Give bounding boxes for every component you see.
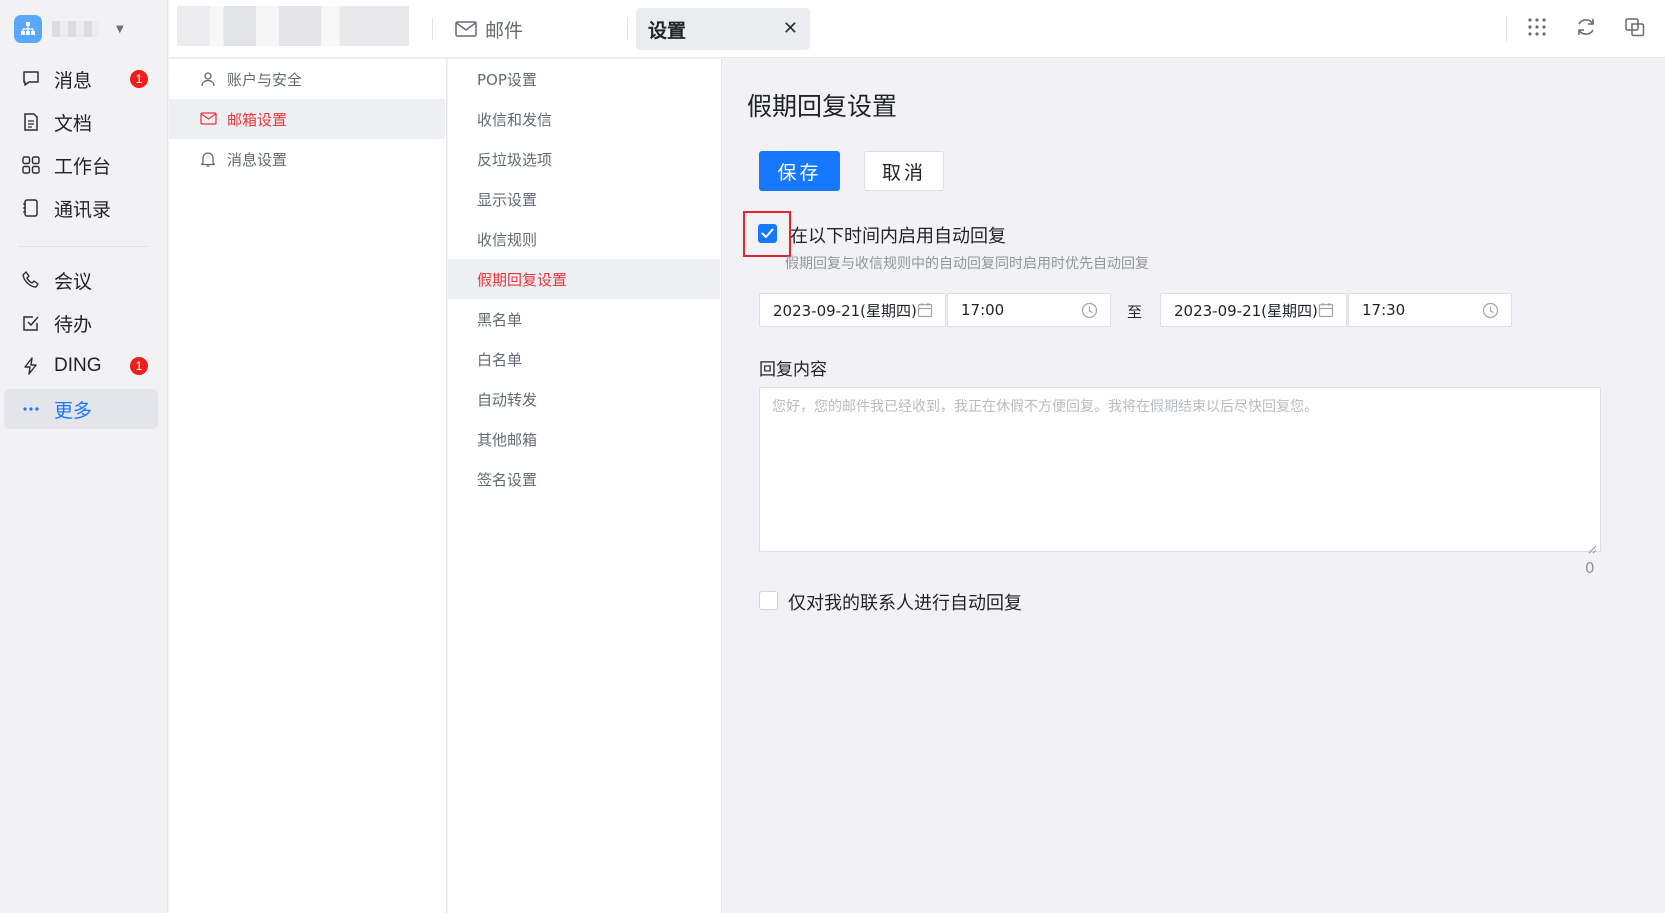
sub-pop-settings[interactable]: POP设置	[448, 59, 720, 99]
org-logo-icon	[14, 15, 42, 43]
category-message-settings[interactable]: 消息设置	[169, 139, 445, 179]
rail-item-messages[interactable]: 消息 1	[4, 59, 158, 99]
tab-label: 设置	[648, 19, 687, 42]
category-label: 账户与安全	[227, 70, 303, 89]
org-name-redacted	[52, 21, 98, 37]
rail-item-ding[interactable]: DING 1	[4, 346, 158, 386]
document-icon	[20, 111, 42, 133]
account-redacted	[177, 6, 409, 46]
rail-item-contacts[interactable]: 通讯录	[4, 188, 158, 228]
character-count: 0	[1585, 559, 1595, 577]
start-time-value: 17:00	[961, 301, 1005, 319]
start-date-value: 2023-09-21(星期四)	[773, 301, 917, 320]
end-date-value: 2023-09-21(星期四)	[1174, 301, 1318, 320]
cancel-button[interactable]: 取消	[864, 151, 944, 191]
tab-divider	[432, 18, 433, 40]
checkmark-icon	[761, 228, 774, 238]
save-button[interactable]: 保存	[759, 151, 840, 191]
page-title: 假期回复设置	[747, 92, 898, 121]
sub-receive-rules[interactable]: 收信规则	[448, 219, 720, 259]
sub-anti-spam[interactable]: 反垃圾选项	[448, 139, 720, 179]
vacation-reply-panel: 假期回复设置 保存 取消 在以下时间内启用自动回复 假期回复与收信规则中的自动回…	[723, 59, 1665, 913]
rail-item-more[interactable]: 更多	[4, 389, 158, 429]
rail-item-label: 通讯录	[54, 198, 112, 221]
enable-auto-reply-label[interactable]: 在以下时间内启用自动回复	[790, 222, 1006, 248]
contacts-only-checkbox[interactable]	[759, 591, 778, 610]
priority-hint: 假期回复与收信规则中的自动回复同时启用时优先自动回复	[785, 256, 1149, 272]
user-icon	[199, 70, 217, 88]
category-label: 消息设置	[227, 150, 288, 169]
start-time-field[interactable]: 17:00	[947, 293, 1111, 327]
tab-label: 邮件	[485, 19, 524, 42]
unread-badge: 1	[130, 70, 148, 88]
rail-item-meeting[interactable]: 会议	[4, 260, 158, 300]
settings-subcategories: POP设置 收信和发信 反垃圾选项 显示设置 收信规则 假期回复设置 黑名单 白…	[448, 59, 722, 913]
reply-content-label: 回复内容	[759, 360, 827, 380]
refresh-icon[interactable]	[1575, 16, 1597, 38]
rail-item-todo[interactable]: 待办	[4, 303, 158, 343]
rail-item-label: 文档	[54, 112, 93, 135]
sub-send-receive[interactable]: 收信和发信	[448, 99, 720, 139]
sub-display-settings[interactable]: 显示设置	[448, 179, 720, 219]
clock-icon	[1482, 302, 1499, 319]
sub-signature-settings[interactable]: 签名设置	[448, 459, 720, 499]
bell-icon	[199, 150, 217, 168]
end-time-field[interactable]: 17:30	[1348, 293, 1512, 327]
sub-other-mailbox[interactable]: 其他邮箱	[448, 419, 720, 459]
rail-item-label: 工作台	[54, 155, 112, 178]
rail-item-label: 待办	[54, 313, 93, 336]
phone-icon	[20, 269, 42, 291]
rail-item-docs[interactable]: 文档	[4, 102, 158, 142]
top-bar: 邮件 设置 ✕	[169, 0, 1665, 58]
more-dots-icon	[20, 398, 42, 420]
date-range-separator: 至	[1127, 303, 1143, 321]
rail-item-label: 消息	[54, 69, 93, 92]
category-label: 邮箱设置	[227, 110, 288, 129]
end-time-value: 17:30	[1362, 301, 1406, 319]
clock-icon	[1081, 302, 1098, 319]
rail-item-label: 更多	[54, 399, 93, 422]
close-icon[interactable]: ✕	[783, 18, 798, 39]
end-date-field[interactable]: 2023-09-21(星期四)	[1160, 293, 1347, 327]
calendar-icon	[917, 302, 933, 318]
tab-divider	[627, 18, 628, 40]
tab-mail[interactable]: 邮件	[455, 14, 523, 44]
apps-grid-icon[interactable]	[1526, 16, 1548, 38]
contacts-only-label[interactable]: 仅对我的联系人进行自动回复	[788, 589, 1022, 615]
category-mailbox-settings[interactable]: 邮箱设置	[169, 99, 445, 139]
rail-divider	[18, 246, 148, 247]
caret-down-icon: ▼	[116, 23, 124, 35]
settings-categories: 账户与安全 邮箱设置 消息设置	[169, 59, 447, 913]
grid-icon	[20, 154, 42, 176]
resize-handle-icon[interactable]	[1587, 539, 1597, 558]
contacts-icon	[20, 197, 42, 219]
sub-vacation-reply[interactable]: 假期回复设置	[448, 259, 720, 299]
sub-whitelist[interactable]: 白名单	[448, 339, 720, 379]
org-switcher[interactable]: ▼	[14, 14, 124, 44]
mail-icon	[455, 20, 477, 38]
enable-auto-reply-checkbox[interactable]	[758, 224, 777, 243]
lightning-icon	[20, 355, 42, 377]
rail-item-label: 会议	[54, 270, 93, 293]
rail-item-workbench[interactable]: 工作台	[4, 145, 158, 185]
calendar-icon	[1318, 302, 1334, 318]
category-account-security[interactable]: 账户与安全	[169, 59, 445, 99]
rail-item-label: DING	[54, 355, 102, 376]
reply-content-textarea[interactable]	[759, 387, 1601, 552]
sub-auto-forward[interactable]: 自动转发	[448, 379, 720, 419]
unread-badge: 1	[130, 357, 148, 375]
start-date-field[interactable]: 2023-09-21(星期四)	[759, 293, 946, 327]
toolbar-divider	[1506, 16, 1507, 42]
todo-check-icon	[20, 312, 42, 334]
app-rail: ▼ 消息 1 文档 工作台 通讯录 会议 待办 DING 1 更多	[0, 0, 168, 913]
mail-settings-icon	[199, 110, 217, 128]
sub-blacklist[interactable]: 黑名单	[448, 299, 720, 339]
window-switch-icon[interactable]	[1624, 16, 1646, 38]
tab-settings[interactable]: 设置 ✕	[636, 8, 810, 50]
chat-bubble-icon	[20, 68, 42, 90]
